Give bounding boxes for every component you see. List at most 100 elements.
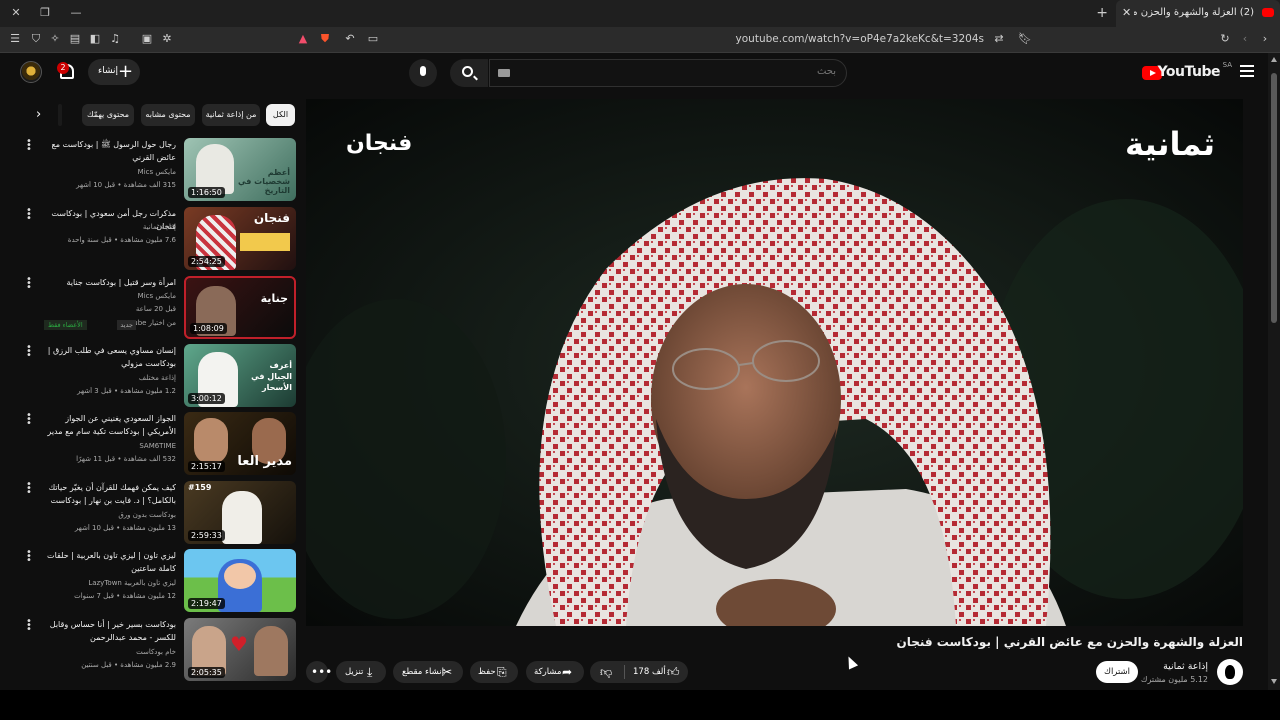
- restore-window-icon[interactable]: ❐: [37, 5, 53, 21]
- forward-icon[interactable]: ›: [1258, 32, 1272, 46]
- browser-tab-active[interactable]: ✕ (2) العزلة والشهرة والحزن مع عائض القر…: [1116, 0, 1280, 27]
- recommendation-title: امرأة وسر قتيل | بودكاست جناية: [66, 278, 176, 287]
- list-item[interactable]: جناية 1:08:09 امرأة وسر قتيل | بودكاست ج…: [20, 275, 296, 340]
- more-vertical-icon[interactable]: • • •: [26, 548, 32, 566]
- like-icon[interactable]: 👍︎: [667, 664, 680, 680]
- scroll-up-icon[interactable]: [1271, 57, 1277, 62]
- mouse-cursor-icon: [843, 654, 859, 670]
- scroll-down-icon[interactable]: [1271, 679, 1277, 684]
- video-thumbnail[interactable]: ♥ 2:05:35: [184, 618, 296, 681]
- chevron-right-icon[interactable]: ›: [36, 107, 41, 122]
- video-thumbnail[interactable]: جناية 1:08:09: [184, 276, 296, 339]
- subscribe-button[interactable]: اشتراك: [1096, 661, 1138, 683]
- recommendation-channel[interactable]: إذاعة ثمانية: [26, 223, 176, 231]
- more-vertical-icon[interactable]: • • •: [26, 617, 32, 635]
- address-bar[interactable]: youtube.com/watch?v=oP4e7a2keKc&t=3204s: [560, 33, 984, 45]
- extensions-icon[interactable]: ✧: [48, 32, 62, 46]
- chip-for-you[interactable]: محتوى يهمّك: [82, 104, 134, 126]
- video-player[interactable]: فنجان ثمانية: [306, 99, 1243, 626]
- fenjan-logo: فنجان: [346, 131, 413, 156]
- brave-shield-icon[interactable]: ⛊: [318, 32, 332, 46]
- video-thumbnail[interactable]: أعرف الجبال في الأسحار 3:00:12: [184, 344, 296, 407]
- save-button[interactable]: ⎘ حفظ: [470, 661, 518, 683]
- translate-icon[interactable]: ⇄: [992, 32, 1006, 46]
- notification-count-badge: 2: [57, 62, 69, 74]
- minimize-window-icon[interactable]: —: [68, 5, 84, 21]
- recommendation-channel[interactable]: SAM6TIME: [26, 442, 176, 450]
- channel-name[interactable]: إذاعة ثمانية: [1163, 661, 1208, 672]
- chip-from-channel[interactable]: من إذاعة ثمانية: [202, 104, 260, 126]
- search-button[interactable]: [450, 59, 488, 87]
- chip-overflow: [58, 104, 62, 126]
- list-item[interactable]: أعرف الجبال في الأسحار 3:00:12 إنسان مسا…: [20, 343, 296, 408]
- recommendation-channel[interactable]: ليزي تاون بالعربية LazyTown: [26, 579, 176, 587]
- tab-close-icon[interactable]: ✕: [1122, 6, 1131, 19]
- like-count[interactable]: 178 ألف: [633, 667, 666, 677]
- list-item[interactable]: ♥ 2:05:35 بودكاست بسير خير | أنا حساس وق…: [20, 617, 296, 682]
- recommendation-meta: 7.6 مليون مشاهدة • قبل سنة واحدة: [67, 236, 176, 244]
- recommendation-channel[interactable]: مايكس Mics: [26, 168, 176, 176]
- chip-related[interactable]: محتوى مشابه: [141, 104, 195, 126]
- keyboard-icon[interactable]: [498, 69, 510, 77]
- more-vertical-icon[interactable]: • • •: [26, 206, 32, 224]
- wallet-icon[interactable]: ▣: [140, 32, 154, 46]
- chip-all[interactable]: الكل: [266, 104, 295, 126]
- recommendation-title: الجواز السعودي يغنيني عن الجواز الأمريكي…: [47, 414, 176, 436]
- video-thumbnail[interactable]: فنجان 2:54:25: [184, 207, 296, 270]
- more-vertical-icon[interactable]: • • •: [26, 480, 32, 498]
- menu-icon[interactable]: ☰: [8, 32, 22, 46]
- youtube-favicon-icon: [1262, 8, 1274, 17]
- dislike-icon[interactable]: 👎︎: [600, 664, 612, 680]
- rewards-icon[interactable]: ▲: [296, 32, 310, 46]
- video-thumbnail[interactable]: أعظم شخصيات في التاريخ 1:16:50: [184, 138, 296, 201]
- recommendation-channel[interactable]: خام بودكاست: [26, 648, 176, 656]
- video-thumbnail[interactable]: 2:19:47: [184, 549, 296, 612]
- scrollbar-thumb[interactable]: [1271, 73, 1277, 323]
- video-thumbnail[interactable]: #159 2:59:33: [184, 481, 296, 544]
- more-vertical-icon[interactable]: • • •: [26, 343, 32, 361]
- hamburger-menu-icon[interactable]: [1240, 65, 1254, 77]
- share-button[interactable]: ➦ مشاركة: [526, 661, 584, 683]
- reader-icon[interactable]: ▤: [68, 32, 82, 46]
- share-label: مشاركة: [534, 667, 562, 677]
- reload-icon[interactable]: ↻: [1218, 32, 1232, 46]
- recommendation-channel[interactable]: مايكس Mics: [26, 292, 176, 300]
- clip-label: إنشاء مقطع: [402, 667, 444, 677]
- clip-button[interactable]: ✂ إنشاء مقطع: [393, 661, 463, 683]
- recommendation-title: ليزي تاون | ليزي تاون بالعربية | حلقات ك…: [47, 551, 176, 573]
- create-button[interactable]: + إنشاء: [88, 59, 140, 85]
- recommendation-title: إنسان مساوي يسعى في طلب الرزق | بودكاست …: [47, 346, 176, 368]
- thmanyah-logo: ثمانية: [1125, 125, 1215, 163]
- music-icon[interactable]: ♫: [108, 32, 122, 46]
- share-page-icon[interactable]: ↶: [343, 32, 357, 46]
- puzzle-icon[interactable]: ✲: [160, 32, 174, 46]
- search-input[interactable]: [536, 66, 836, 77]
- list-item[interactable]: مدير العا 2:15:17 الجواز السعودي يغنيني …: [20, 411, 296, 476]
- bookmark-icon[interactable]: 🔖︎: [1018, 32, 1032, 46]
- account-avatar[interactable]: [20, 61, 42, 83]
- shield-icon[interactable]: ⛉: [29, 32, 43, 46]
- back-icon[interactable]: ‹: [1238, 32, 1252, 46]
- page-scrollbar[interactable]: [1268, 53, 1280, 690]
- more-vertical-icon[interactable]: • • •: [26, 137, 32, 155]
- download-button[interactable]: ⤓ تنزيل: [336, 661, 386, 683]
- channel-avatar[interactable]: [1217, 659, 1243, 685]
- more-actions-button[interactable]: •••: [306, 661, 332, 683]
- list-item[interactable]: 2:19:47 ليزي تاون | ليزي تاون بالعربية |…: [20, 548, 296, 613]
- like-divider: [624, 665, 625, 679]
- more-vertical-icon[interactable]: • • •: [26, 275, 32, 293]
- video-thumbnail[interactable]: مدير العا 2:15:17: [184, 412, 296, 475]
- voice-search-button[interactable]: [409, 59, 437, 87]
- recommendation-channel[interactable]: بودكاست بدون ورق: [26, 511, 176, 519]
- thumbnail-person: [194, 418, 228, 464]
- sidebar-icon[interactable]: ◧: [88, 32, 102, 46]
- close-window-icon[interactable]: ✕: [8, 5, 24, 21]
- list-item[interactable]: #159 2:59:33 كيف يمكن فهمك للقرآن أن يغي…: [20, 480, 296, 545]
- cast-icon[interactable]: ▭: [366, 32, 380, 46]
- new-tab-button[interactable]: +: [1096, 5, 1108, 21]
- recommendation-channel[interactable]: إذاعة مختلف: [26, 374, 176, 382]
- list-item[interactable]: أعظم شخصيات في التاريخ 1:16:50 رجال حول …: [20, 137, 296, 202]
- more-vertical-icon[interactable]: • • •: [26, 411, 32, 429]
- youtube-logo[interactable]: YouTube SA: [1140, 61, 1232, 82]
- list-item[interactable]: فنجان 2:54:25 مذكرات رجل أمن سعودي | بود…: [20, 206, 296, 271]
